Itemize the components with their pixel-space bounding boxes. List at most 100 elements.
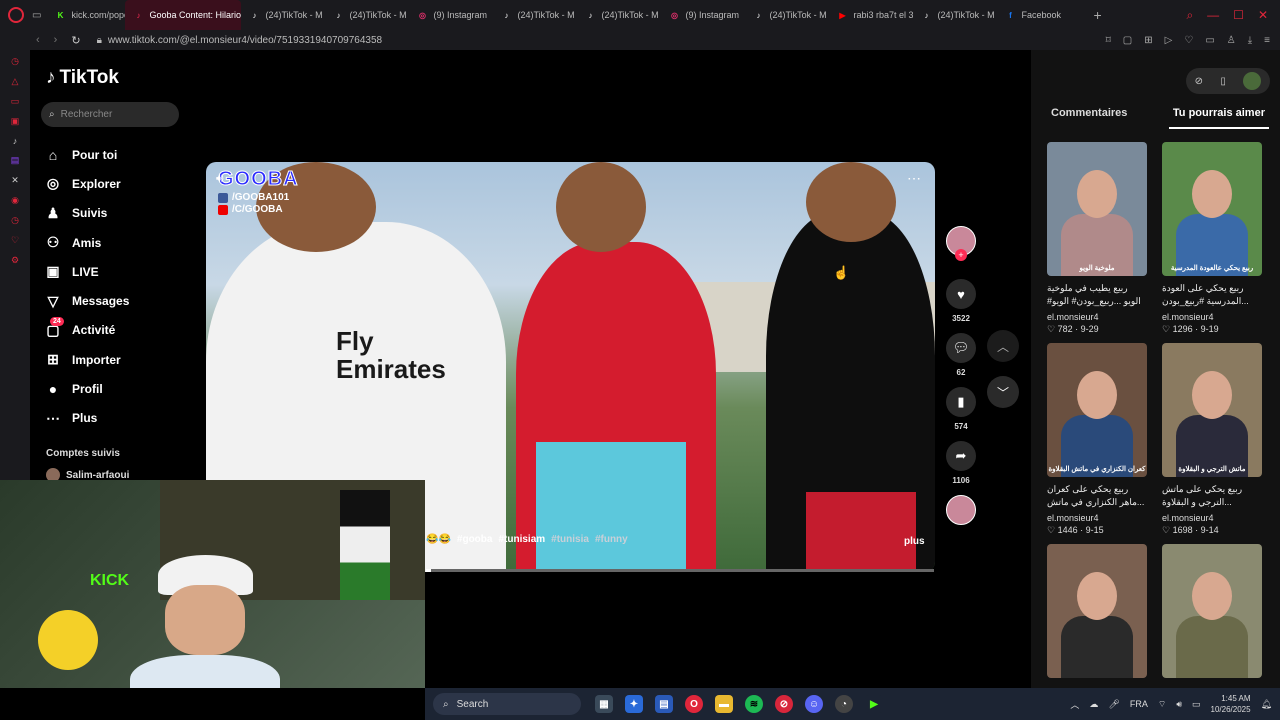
phone-icon[interactable]: ▯ (1220, 76, 1226, 87)
suggested-thumbnail[interactable]: ماتش الترجي و البقلاوة (1162, 343, 1262, 477)
tiktok-menu-item[interactable]: ▽ Messages (44, 286, 130, 315)
suggested-description[interactable]: ربيع يحكي على ماتش ...الترجي و البقلاوة (1162, 483, 1262, 511)
search-input[interactable]: ⌕ Rechercher (41, 102, 179, 127)
snapshot-icon[interactable]: ▢ (1123, 35, 1132, 46)
hashtag-link[interactable]: #tunisiam (498, 534, 545, 545)
maximize-icon[interactable]: ☐ (1233, 8, 1244, 23)
suggested-thumbnail[interactable] (1047, 544, 1147, 678)
volume-tray-icon[interactable]: 🔊︎ (1176, 699, 1182, 710)
tiktok-menu-item[interactable]: ⌂ Pour toi (44, 140, 129, 169)
comment-button[interactable]: 💬︎ (946, 333, 976, 363)
minimize-icon[interactable]: — (1207, 8, 1219, 23)
sidebar-x-icon[interactable]: ✕ (11, 175, 19, 186)
taskbar-clock[interactable]: 1:45 AM 10/26/2025 (1211, 693, 1251, 715)
like-button[interactable]: ♥ (946, 279, 976, 309)
save-button[interactable]: ▮ (946, 387, 976, 417)
account-icon[interactable]: ♙ (1227, 35, 1236, 46)
next-video-button[interactable]: ﹀ (987, 376, 1019, 408)
suggested-video-card[interactable]: ربيع يحكي عالعودة المدرسية ربيع يحكي على … (1162, 142, 1262, 335)
tiktok-menu-item[interactable]: ▢ 24 Activité (44, 316, 129, 345)
kick-app-icon[interactable]: ▶ (865, 695, 883, 713)
wallet-icon[interactable]: ▭ (1205, 35, 1214, 46)
download-icon[interactable]: ⤓ (1248, 35, 1252, 46)
bookmark-icon[interactable]: ⌑ (1106, 35, 1111, 46)
copilot-icon[interactable]: ✦ (625, 695, 643, 713)
extensions-icon[interactable]: ⊞ (1144, 35, 1152, 46)
sidebar-tiktok-icon[interactable]: ♪ (13, 136, 18, 146)
more-options-icon[interactable]: ⋯ (907, 170, 921, 187)
battery-icon[interactable]: ▭ (1192, 699, 1201, 710)
app-red-icon[interactable]: ⊘ (775, 695, 793, 713)
sidebar-history-icon[interactable]: ◷ (11, 56, 19, 67)
hashtag-link[interactable]: #funny (595, 534, 628, 545)
tiktok-menu-item[interactable]: ▣ LIVE (44, 257, 129, 286)
store-icon[interactable]: ▤ (655, 695, 673, 713)
tab-comments[interactable]: Commentaires (1047, 106, 1131, 129)
follow-plus-icon[interactable]: + (955, 249, 967, 261)
tray-chevron-icon[interactable]: ︿ (1070, 698, 1079, 711)
back-icon[interactable]: ‹ (36, 34, 40, 47)
browser-tab[interactable]: ♪ (24)TikTok - M (493, 0, 577, 30)
notification-bell-icon[interactable]: 🔔︎ (1261, 699, 1272, 710)
opera-logo-icon[interactable] (8, 7, 24, 23)
url-field[interactable]: 🔒︎ www.tiktok.com/@el.monsieur4/video/75… (97, 35, 383, 46)
suggested-video-card[interactable]: ملوخية الويو ربيع يطيب في ملوخية الويو ..… (1047, 142, 1147, 335)
browser-tab[interactable]: ▶ rabi3 rba7t el 3 (829, 0, 913, 30)
suggested-thumbnail[interactable] (1162, 544, 1262, 678)
suggested-video-card[interactable]: ماتش الترجي و البقلاوة ربيع يحكي على ماتش… (1162, 343, 1262, 536)
browser-tab[interactable]: ♪ (24)TikTok - M (241, 0, 325, 30)
sidebar-messenger-icon[interactable]: ▭ (11, 96, 20, 107)
sidebar-player-icon[interactable]: ◉ (11, 195, 19, 206)
tiktok-menu-item[interactable]: ⊞ Importer (44, 345, 129, 374)
browser-tab[interactable]: f Facebook (997, 0, 1087, 30)
caption-more-link[interactable]: plus (904, 536, 925, 547)
suggested-author[interactable]: el.monsieur4 (1162, 312, 1262, 322)
music-disc-avatar[interactable] (946, 495, 976, 525)
reload-icon[interactable]: ↻ (71, 34, 80, 47)
tiktok-menu-item[interactable]: ⚇ Amis (44, 228, 129, 257)
task-view-icon[interactable]: ▦ (595, 695, 613, 713)
suggested-thumbnail[interactable]: ملوخية الويو (1047, 142, 1147, 276)
tray-mic-icon[interactable]: 🎤︎ (1108, 699, 1119, 710)
language-indicator[interactable]: FRA (1130, 699, 1148, 709)
browser-tab[interactable]: ♪ (24)TikTok - M (745, 0, 829, 30)
previous-video-button[interactable]: ︿ (987, 330, 1019, 362)
menu-icon[interactable]: ≡ (1264, 35, 1270, 46)
forward-icon[interactable]: › (54, 34, 58, 47)
share-button[interactable]: ➦ (946, 441, 976, 471)
browser-tab[interactable]: Kkick.com/popo (47, 0, 126, 30)
suggested-video-card[interactable] (1047, 544, 1147, 678)
hashtag-link[interactable]: #gooba (457, 534, 493, 545)
sidebar-whatsapp-icon[interactable]: ▣ (11, 116, 20, 127)
tiktok-menu-item[interactable]: ♟ Suivis (44, 199, 129, 228)
obs-icon[interactable]: ◔ (835, 695, 853, 713)
tiktok-menu-item[interactable]: ● Profil (44, 374, 129, 403)
suggested-thumbnail[interactable]: ربيع يحكي عالعودة المدرسية (1162, 142, 1262, 276)
sidebar-pinboard-icon[interactable]: ♡ (11, 235, 19, 246)
file-explorer-icon[interactable]: ▬ (715, 695, 733, 713)
sidebar-aria-icon[interactable]: △ (12, 76, 19, 87)
tiktok-logo[interactable]: ♪ TikTok (46, 67, 119, 89)
suggested-description[interactable]: ربيع يحكي على العودة ...المدرسية #ربيع_ب… (1162, 282, 1262, 310)
sidebar-settings-icon[interactable]: ⚙ (11, 255, 19, 266)
suggested-author[interactable]: el.monsieur4 (1047, 513, 1147, 523)
discord-icon[interactable]: ☺ (805, 695, 823, 713)
suggested-video-card[interactable] (1162, 544, 1262, 678)
opera-icon[interactable]: O (685, 695, 703, 713)
sidebar-history2-icon[interactable]: ◷ (11, 215, 19, 226)
wifi-icon[interactable]: ⌔ (1158, 699, 1166, 710)
play-icon[interactable]: ▷ (1165, 35, 1173, 46)
browser-tab[interactable]: ♪ (24)TikTok - M (913, 0, 997, 30)
suggested-video-card[interactable]: كعران الكنزاري في ماتش البقلاوة ربيع يحكي… (1047, 343, 1147, 536)
suggested-description[interactable]: ربيع يحكي على كعران ...ماهر الكنزاري في … (1047, 483, 1147, 511)
suggested-author[interactable]: el.monsieur4 (1162, 513, 1262, 523)
tab-suggested[interactable]: Tu pourrais aimer (1168, 106, 1269, 129)
browser-tab[interactable]: ◎ (9) Instagram (661, 0, 745, 30)
suggested-thumbnail[interactable]: كعران الكنزاري في ماتش البقلاوة (1047, 343, 1147, 477)
heart-icon[interactable]: ♡ (1184, 35, 1193, 46)
sidebar-twitch-icon[interactable]: ▤ (11, 155, 20, 166)
tiktok-menu-item[interactable]: ⋯ Plus (44, 404, 129, 433)
tab-overview-icon[interactable]: ▭ (32, 10, 41, 21)
tiktok-menu-item[interactable]: ◎ Explorer (44, 169, 129, 198)
spotify-icon[interactable]: ≋ (745, 695, 763, 713)
